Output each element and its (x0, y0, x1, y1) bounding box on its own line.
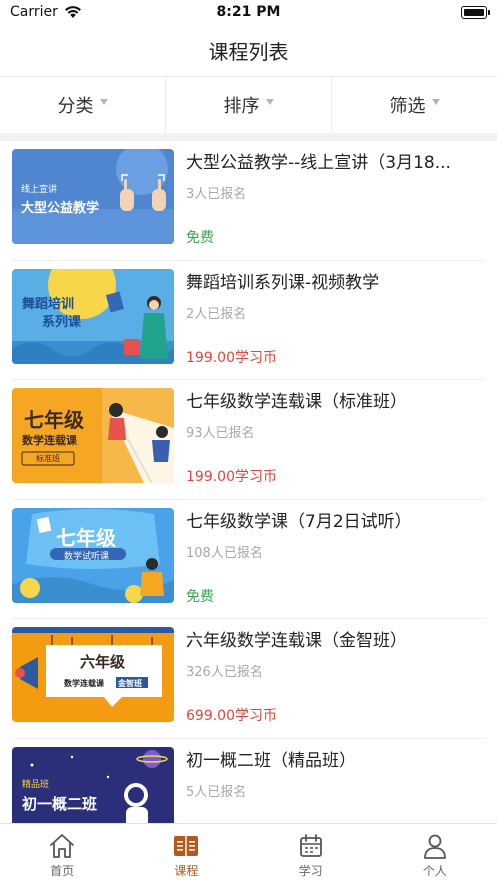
filter-sort-button[interactable]: 排序 (166, 77, 332, 133)
status-bar: Carrier 8:21 PM (0, 0, 497, 26)
tab-home-label: 首页 (50, 864, 75, 878)
thumb-title: 大型公益教学 (21, 201, 100, 216)
section-spacer (0, 133, 497, 141)
thumb-tag: 精品班 (22, 779, 50, 790)
course-title: 大型公益教学--线上宣讲（3月18... (186, 153, 451, 173)
course-title: 七年级数学课（7月2日试听） (186, 511, 412, 532)
filter-screen-button[interactable]: 筛选 (332, 77, 497, 133)
course-list[interactable]: 线上宣讲 大型公益教学 大型公益教学--线上宣讲（3月18... 3人已报名 免… (0, 141, 497, 823)
course-enrolled-count: 326人已报名 (186, 665, 263, 680)
course-price: 199.00学习币 (186, 469, 277, 485)
course-item[interactable]: 七年级 数学连载课 标准班 七年级数学连载课（标准班） 93人已报名 199.0… (12, 380, 485, 500)
thumb-subtitle: 数学试听课 (64, 551, 110, 562)
caret-down-icon (265, 99, 274, 105)
thumb-badge: 标准班 (36, 454, 60, 463)
tab-study[interactable]: 学习 (249, 824, 373, 883)
course-item[interactable]: 七年级 数学试听课 七年级数学课（7月2日试听） 108人已报名 免费 (12, 500, 485, 619)
filter-screen-label: 筛选 (389, 96, 426, 117)
tab-course[interactable]: 课程 (124, 824, 248, 883)
thumb-title: 初一概二班 (22, 794, 98, 813)
filter-bar: 分类 排序 筛选 (0, 77, 497, 133)
course-thumbnail: 精品班 初一概二班 (12, 746, 174, 823)
tab-study-label: 学习 (298, 864, 323, 878)
course-enrolled-count: 5人已报名 (186, 784, 247, 800)
thumb-title: 七年级 (56, 525, 116, 550)
thumb-subtitle: 数学连载课 (64, 679, 104, 688)
course-item[interactable]: 六年级 数学连载课 金智班 六年级数学连载课（金智班） 326人已报名 699.… (12, 619, 485, 739)
course-title: 六年级数学连载课（金智班） (186, 631, 407, 651)
course-price: 免费 (186, 588, 214, 605)
course-price: 199.00学习币 (186, 349, 277, 366)
status-time: 8:21 PM (216, 4, 281, 20)
course-title: 七年级数学连载课（标准班） (186, 392, 407, 412)
course-enrolled-count: 108人已报名 (186, 545, 263, 561)
page-title: 课程列表 (208, 40, 289, 64)
bottom-tab-bar: 首页 课程 学习 个人 (0, 823, 497, 883)
course-thumbnail: 六年级 数学连载课 金智班 (12, 627, 174, 722)
thumb-title-line1: 舞蹈培训 (22, 296, 75, 312)
course-thumbnail: 七年级 数学连载课 标准班 (12, 388, 174, 483)
course-item[interactable]: 线上宣讲 大型公益教学 大型公益教学--线上宣讲（3月18... 3人已报名 免… (12, 141, 485, 261)
course-title: 舞蹈培训系列课-视频教学 (186, 272, 380, 293)
tab-course-label: 课程 (174, 864, 199, 878)
thumb-title: 六年级 (80, 653, 126, 671)
course-item[interactable]: 精品班 初一概二班 初一概二班（精品班） 5人已报名 (12, 739, 485, 823)
battery-icon (461, 6, 490, 19)
course-enrolled-count: 2人已报名 (186, 306, 247, 322)
caret-down-icon (99, 99, 108, 105)
filter-sort-label: 排序 (223, 96, 260, 117)
tab-home[interactable]: 首页 (0, 824, 124, 883)
thumb-title: 七年级 (24, 408, 84, 432)
calendar-icon (299, 834, 322, 857)
tab-profile-label: 个人 (422, 864, 447, 878)
course-thumbnail: 线上宣讲 大型公益教学 (12, 149, 174, 244)
home-icon (50, 834, 75, 858)
course-price: 699.00学习币 (186, 708, 277, 724)
tab-profile[interactable]: 个人 (373, 824, 497, 883)
filter-category-label: 分类 (57, 96, 94, 117)
course-thumbnail: 舞蹈培训 系列课 (12, 268, 174, 364)
course-price: 免费 (186, 230, 214, 246)
thumb-badge: 金智班 (118, 679, 142, 688)
course-book-icon (174, 836, 199, 856)
course-title: 初一概二班（精品班） (186, 750, 356, 771)
person-icon (423, 834, 446, 859)
course-item[interactable]: 舞蹈培训 系列课 舞蹈培训系列课-视频教学 2人已报名 199.00学习币 (12, 261, 485, 380)
thumb-subtitle: 数学连载课 (22, 434, 77, 447)
course-thumbnail: 七年级 数学试听课 (12, 507, 174, 603)
caret-down-icon (431, 99, 440, 105)
thumb-tag: 线上宣讲 (21, 185, 58, 195)
thumb-title-line2: 系列课 (42, 314, 82, 330)
course-enrolled-count: 3人已报名 (186, 187, 247, 202)
filter-category-button[interactable]: 分类 (0, 77, 166, 133)
course-enrolled-count: 93人已报名 (186, 426, 255, 441)
